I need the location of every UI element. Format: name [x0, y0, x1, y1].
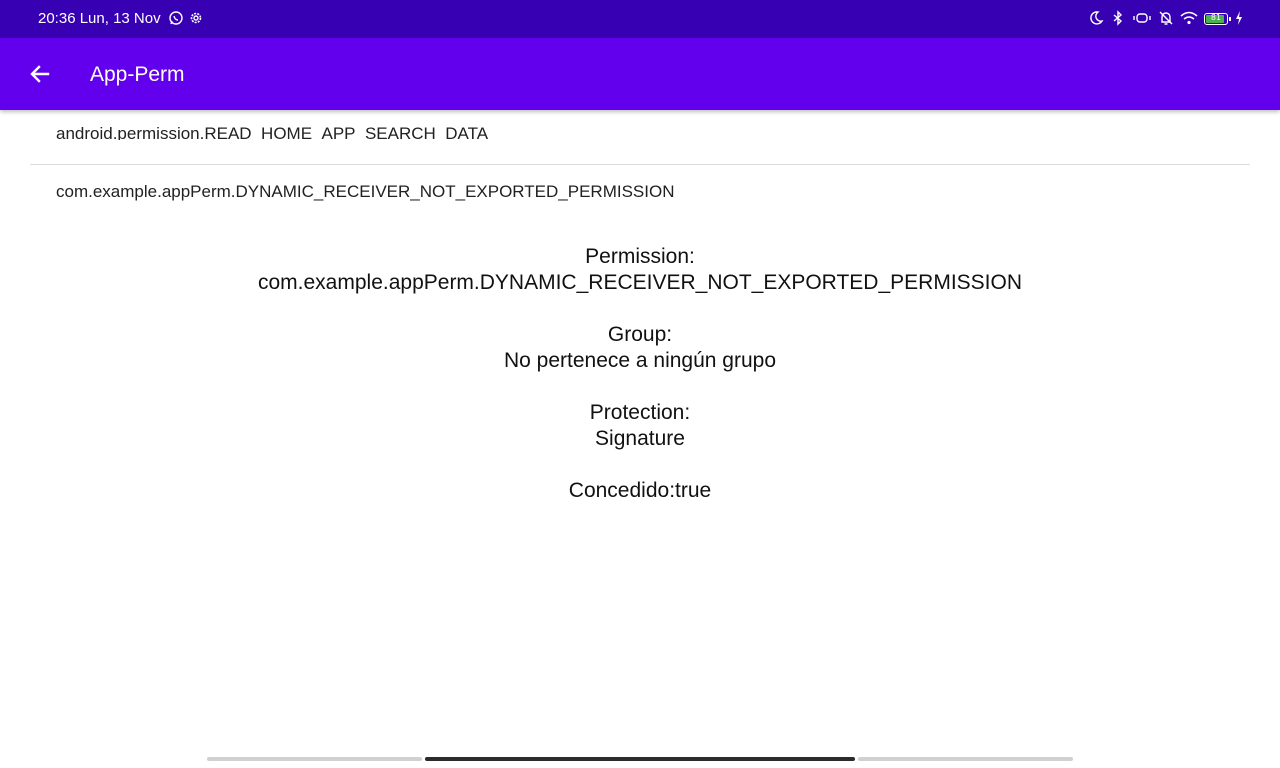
gesture-nav-bar	[0, 750, 1280, 768]
status-left-icons	[168, 10, 204, 26]
nav-handle-left[interactable]	[207, 757, 422, 761]
status-time: 20:36 Lun, 13 Nov	[38, 10, 161, 27]
permission-list-item[interactable]: com.example.appPerm.DYNAMIC_RECEIVER_NOT…	[30, 180, 1250, 204]
battery-level: 81	[1210, 12, 1222, 22]
app-bar: App-Perm	[0, 38, 1280, 110]
group-value: No pertenece a ningún grupo	[503, 349, 777, 372]
page-title: App-Perm	[90, 63, 185, 86]
permission-details: Permission: com.example.appPerm.DYNAMIC_…	[0, 244, 1280, 504]
wifi-icon	[1180, 11, 1198, 25]
permission-content: android.permission.READ_HOME_APP_SEARCH_…	[0, 110, 1280, 750]
protection-label: Protection:	[589, 401, 691, 424]
arrow-back-icon[interactable]	[26, 60, 54, 88]
nav-handle-right[interactable]	[858, 757, 1073, 761]
settings-icon	[190, 12, 202, 24]
permission-label: Permission:	[585, 245, 695, 268]
permission-value: com.example.appPerm.DYNAMIC_RECEIVER_NOT…	[258, 271, 1022, 294]
permission-list-item[interactable]: android.permission.READ_HOME_APP_SEARCH_…	[30, 122, 1250, 140]
bluetooth-icon	[1113, 10, 1123, 26]
group-label: Group:	[607, 323, 673, 346]
list-divider	[30, 164, 1250, 165]
charging-bolt-icon	[1236, 11, 1242, 25]
protection-value: Signature	[595, 427, 685, 450]
battery-icon: 81	[1204, 12, 1231, 25]
moon-icon	[1090, 11, 1104, 25]
granted-status: Concedido:true	[568, 479, 712, 502]
nav-handle-home[interactable]	[425, 757, 855, 761]
bell-off-icon	[1159, 11, 1173, 25]
whatsapp-icon	[169, 11, 183, 25]
status-bar: 20:36 Lun, 13 Nov 81	[0, 0, 1280, 38]
status-right-icons: 81	[1088, 10, 1244, 26]
vibrate-icon	[1133, 13, 1151, 23]
